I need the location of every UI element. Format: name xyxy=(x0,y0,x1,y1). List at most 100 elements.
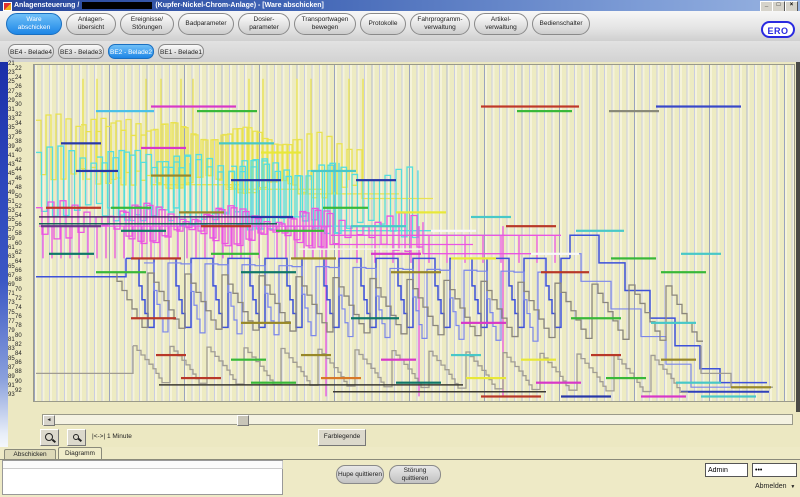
axis-label: 21 xyxy=(8,61,15,67)
goods-bar xyxy=(151,174,191,176)
goods-bar xyxy=(591,354,621,356)
bottom-tab-strip: AbschickenDiagramm xyxy=(0,447,800,460)
send-list[interactable] xyxy=(2,460,283,495)
goods-bar xyxy=(181,377,221,379)
axis-label: 69 xyxy=(8,282,15,288)
toolbar-button-transportwagenbewegen[interactable]: Transportwagenbewegen xyxy=(294,13,356,35)
axis-label: 49 xyxy=(8,190,15,196)
axis-label: 27 xyxy=(8,89,15,95)
password-field[interactable] xyxy=(752,463,797,477)
window-title-suffix: (Kupfer-Nickel-Chrom-Anlage) - [Ware abs… xyxy=(155,2,324,9)
toolbar-button-label: Artikel- xyxy=(491,16,511,24)
toolbar-button-bedienschalter[interactable]: Bedienschalter xyxy=(532,13,590,35)
goods-bar xyxy=(396,211,446,213)
load-tab-be2[interactable]: BE2 - Belade2 xyxy=(108,44,154,59)
toolbar-button-protokolle[interactable]: Protokolle xyxy=(360,13,406,35)
axis-label: 72 xyxy=(15,296,22,302)
goods-bar xyxy=(506,225,556,227)
goods-bar xyxy=(241,322,291,324)
axis-label: 29 xyxy=(8,98,15,104)
axis-label: 53 xyxy=(8,208,15,214)
bottom-tab-abschicken[interactable]: Abschicken xyxy=(4,449,56,459)
goods-bar xyxy=(541,271,589,273)
axis-label: 76 xyxy=(15,314,22,320)
goods-bar xyxy=(606,377,646,379)
axis-label: 81 xyxy=(8,337,15,343)
axis-label: 37 xyxy=(8,135,15,141)
axis-label: 39 xyxy=(8,144,15,150)
diagram-panel: 2122232425262728293031323334353637383940… xyxy=(0,62,800,412)
goods-bar xyxy=(656,105,741,107)
axis-label: 22 xyxy=(15,66,22,72)
axis-label: 86 xyxy=(15,360,22,366)
position-axis: 2122232425262728293031323334353637383940… xyxy=(8,62,34,402)
bottom-tab-diagramm[interactable]: Diagramm xyxy=(58,447,102,459)
goods-bar xyxy=(451,257,496,259)
load-tab-be3[interactable]: BE3 - Belade3 xyxy=(58,44,104,59)
goods-bar xyxy=(301,354,331,356)
application-window: Anlagensteuerung /(Kupfer-Nickel-Chrom-A… xyxy=(0,0,800,497)
axis-label: 51 xyxy=(8,199,15,205)
load-tab-be4[interactable]: BE4 - Belade4 xyxy=(8,44,54,59)
scrollbar-thumb[interactable] xyxy=(237,415,249,426)
goods-bar xyxy=(96,110,154,112)
logout-dropdown[interactable]: Abmelden ▼ xyxy=(755,483,795,490)
axis-label: 26 xyxy=(15,84,22,90)
axis-label: 33 xyxy=(8,116,15,122)
goods-bar xyxy=(676,382,721,384)
title-bar: Anlagensteuerung /(Kupfer-Nickel-Chrom-A… xyxy=(0,0,800,11)
toolbar-button-label: parameter xyxy=(249,24,279,32)
zoom-in-button[interactable] xyxy=(40,429,59,446)
goods-bar xyxy=(571,317,621,319)
toolbar-button-anlagenbersicht[interactable]: Anlagen-übersicht xyxy=(66,13,116,35)
axis-label: 52 xyxy=(15,204,22,210)
bottom-panel: AbschickenDiagramm Hupe quittieren Störu… xyxy=(0,447,800,497)
toolbar-button-label: Ware xyxy=(26,16,41,24)
magnifier-icon xyxy=(45,433,53,441)
axis-label: 89 xyxy=(8,374,15,380)
scrollbar-left-arrow-icon[interactable]: ◄ xyxy=(43,415,55,426)
axis-label: 90 xyxy=(15,379,22,385)
toolbar-button-artikelverwaltung[interactable]: Artikel-verwaltung xyxy=(474,13,528,35)
acknowledge-horn-button[interactable]: Hupe quittieren xyxy=(336,465,384,484)
axis-label: 77 xyxy=(8,319,15,325)
axis-label: 91 xyxy=(8,383,15,389)
toolbar-button-badparameter[interactable]: Badparameter xyxy=(178,13,234,35)
goods-bar xyxy=(197,110,257,112)
goods-bar xyxy=(291,257,336,259)
horizontal-scrollbar[interactable]: ◄ xyxy=(42,414,793,425)
toolbar-button-ereignissestrungen[interactable]: Ereignisse/Störungen xyxy=(120,13,174,35)
axis-label: 93 xyxy=(8,392,15,398)
goods-bar xyxy=(76,170,118,172)
ero-logo: ERO xyxy=(761,21,795,38)
axis-label: 30 xyxy=(15,102,22,108)
goods-bar xyxy=(323,207,368,209)
axis-label: 75 xyxy=(8,310,15,316)
axis-label: 48 xyxy=(15,185,22,191)
goods-bar xyxy=(517,110,572,112)
goods-bar xyxy=(261,151,301,153)
acknowledge-fault-button[interactable]: Störung quittieren xyxy=(389,465,441,484)
axis-label: 88 xyxy=(15,369,22,375)
load-tab-be1[interactable]: BE1 - Belade1 xyxy=(158,44,204,59)
axis-label: 83 xyxy=(8,346,15,352)
goods-bar xyxy=(321,377,361,379)
zoom-out-button[interactable] xyxy=(67,429,86,446)
axis-label: 70 xyxy=(15,287,22,293)
username-field[interactable] xyxy=(705,463,748,477)
goods-bar xyxy=(561,395,611,397)
toolbar-button-dosierparameter[interactable]: Dosier-parameter xyxy=(238,13,290,35)
goods-bar xyxy=(151,105,236,107)
diagram-canvas xyxy=(34,65,794,401)
axis-label: 42 xyxy=(15,158,22,164)
toolbar-button-fahrprogrammverwaltung[interactable]: Fahrprogramm-verwaltung xyxy=(410,13,470,35)
goods-bar xyxy=(231,179,281,181)
goods-bar xyxy=(141,147,186,149)
axis-label: 56 xyxy=(15,222,22,228)
axis-label: 31 xyxy=(8,107,15,113)
color-legend-button[interactable]: Farblegende xyxy=(318,429,366,446)
goods-bar xyxy=(536,382,581,384)
axis-label: 38 xyxy=(15,139,22,145)
toolbar-button-wareabschicken[interactable]: Wareabschicken xyxy=(6,13,62,35)
axis-label: 43 xyxy=(8,162,15,168)
